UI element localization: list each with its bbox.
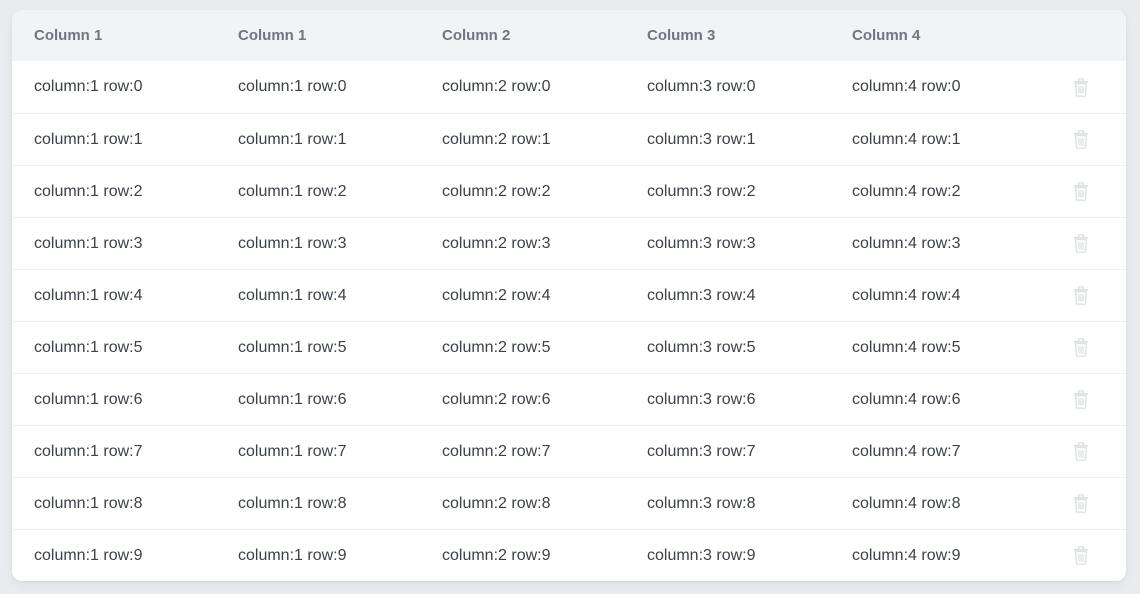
table-cell: column:4 row:4 (852, 286, 961, 304)
table-cell: column:4 row:3 (852, 234, 961, 252)
row-actions (1035, 234, 1126, 253)
table-row: column:1 row:7 column:1 row:7 column:2 row… (12, 425, 1126, 477)
table-cell: column:2 row:4 (442, 286, 551, 304)
table-cell: column:3 row:5 (647, 338, 756, 356)
table-cell: column:1 row:7 (34, 442, 143, 460)
table-cell: column:3 row:1 (647, 130, 756, 148)
column-header[interactable]: Column 1 (216, 27, 420, 44)
trash-icon[interactable] (1073, 442, 1089, 461)
table-cell: column:2 row:3 (442, 234, 551, 252)
row-actions (1035, 494, 1126, 513)
table-row: column:1 row:4 column:1 row:4 column:2 row… (12, 269, 1126, 321)
table-cell: column:2 row:2 (442, 182, 551, 200)
table-row: column:1 row:8 column:1 row:8 column:2 row… (12, 477, 1126, 529)
trash-icon[interactable] (1073, 286, 1089, 305)
table-cell: column:4 row:2 (852, 182, 961, 200)
trash-icon[interactable] (1073, 234, 1089, 253)
trash-icon[interactable] (1073, 546, 1089, 565)
table-cell: column:4 row:7 (852, 442, 961, 460)
table-cell: column:2 row:8 (442, 494, 551, 512)
table-cell: column:1 row:3 (238, 234, 347, 252)
table-cell: column:2 row:0 (442, 78, 551, 95)
trash-icon[interactable] (1073, 494, 1089, 513)
table-cell: column:4 row:8 (852, 494, 961, 512)
table-row: column:1 row:9 column:1 row:9 column:2 row… (12, 529, 1126, 581)
column-header[interactable]: Column 1 (12, 27, 216, 44)
table-cell: column:1 row:5 (34, 338, 143, 356)
table-cell: column:4 row:0 (852, 78, 961, 95)
table-cell: column:1 row:6 (34, 390, 143, 408)
row-actions (1035, 182, 1126, 201)
data-table: Column 1 Column 1 Column 2 Column 3 Colu… (12, 10, 1126, 581)
table-cell: column:3 row:9 (647, 546, 756, 564)
table-cell: column:2 row:1 (442, 130, 551, 148)
trash-icon[interactable] (1073, 77, 1089, 97)
table-cell: column:2 row:6 (442, 390, 551, 408)
table-body: column:1 row:0 column:1 row:0 column:2 row… (12, 61, 1126, 581)
table-cell: column:2 row:9 (442, 546, 551, 564)
table-row: column:1 row:1 column:1 row:1 column:2 row… (12, 113, 1126, 165)
trash-icon[interactable] (1073, 390, 1089, 409)
table-cell: column:4 row:6 (852, 390, 961, 408)
table-header: Column 1 Column 1 Column 2 Column 3 Colu… (12, 10, 1126, 61)
table-cell: column:3 row:0 (647, 78, 756, 95)
table-cell: column:3 row:4 (647, 286, 756, 304)
table-cell: column:1 row:2 (34, 182, 143, 200)
table-row: column:1 row:6 column:1 row:6 column:2 row… (12, 373, 1126, 425)
table-cell: column:1 row:4 (34, 286, 143, 304)
table-cell: column:1 row:0 (238, 78, 347, 95)
row-actions (1035, 286, 1126, 305)
table-cell: column:4 row:9 (852, 546, 961, 564)
table-row: column:1 row:2 column:1 row:2 column:2 row… (12, 165, 1126, 217)
table-cell: column:3 row:8 (647, 494, 756, 512)
table-cell: column:1 row:2 (238, 182, 347, 200)
trash-icon[interactable] (1073, 182, 1089, 201)
column-header[interactable]: Column 2 (420, 27, 625, 44)
table-row: column:1 row:5 column:1 row:5 column:2 row… (12, 321, 1126, 373)
table-cell: column:1 row:9 (34, 546, 143, 564)
row-actions (1035, 338, 1126, 357)
column-header[interactable]: Column 4 (830, 27, 1035, 44)
table-cell: column:1 row:8 (34, 494, 143, 512)
table-cell: column:3 row:2 (647, 182, 756, 200)
table-cell: column:1 row:6 (238, 390, 347, 408)
column-header[interactable]: Column 3 (625, 27, 830, 44)
table-cell: column:1 row:5 (238, 338, 347, 356)
table-cell: column:1 row:0 (34, 78, 143, 95)
table-cell: column:1 row:8 (238, 494, 347, 512)
row-actions (1035, 546, 1126, 565)
table-cell: column:3 row:6 (647, 390, 756, 408)
table-cell: column:3 row:7 (647, 442, 756, 460)
table-cell: column:1 row:9 (238, 546, 347, 564)
row-actions (1035, 130, 1126, 149)
table-cell: column:1 row:1 (34, 130, 143, 148)
table-cell: column:4 row:5 (852, 338, 961, 356)
table-cell: column:4 row:1 (852, 130, 961, 148)
table-cell: column:1 row:3 (34, 234, 143, 252)
table-row: column:1 row:3 column:1 row:3 column:2 row… (12, 217, 1126, 269)
table-cell: column:2 row:5 (442, 338, 551, 356)
row-actions (1035, 77, 1126, 97)
table-cell: column:1 row:7 (238, 442, 347, 460)
table-cell: column:3 row:3 (647, 234, 756, 252)
table-cell: column:2 row:7 (442, 442, 551, 460)
trash-icon[interactable] (1073, 338, 1089, 357)
table-cell: column:1 row:4 (238, 286, 347, 304)
trash-icon[interactable] (1073, 130, 1089, 149)
row-actions (1035, 390, 1126, 409)
row-actions (1035, 442, 1126, 461)
table-row: column:1 row:0 column:1 row:0 column:2 row… (12, 61, 1126, 113)
table-cell: column:1 row:1 (238, 130, 347, 148)
